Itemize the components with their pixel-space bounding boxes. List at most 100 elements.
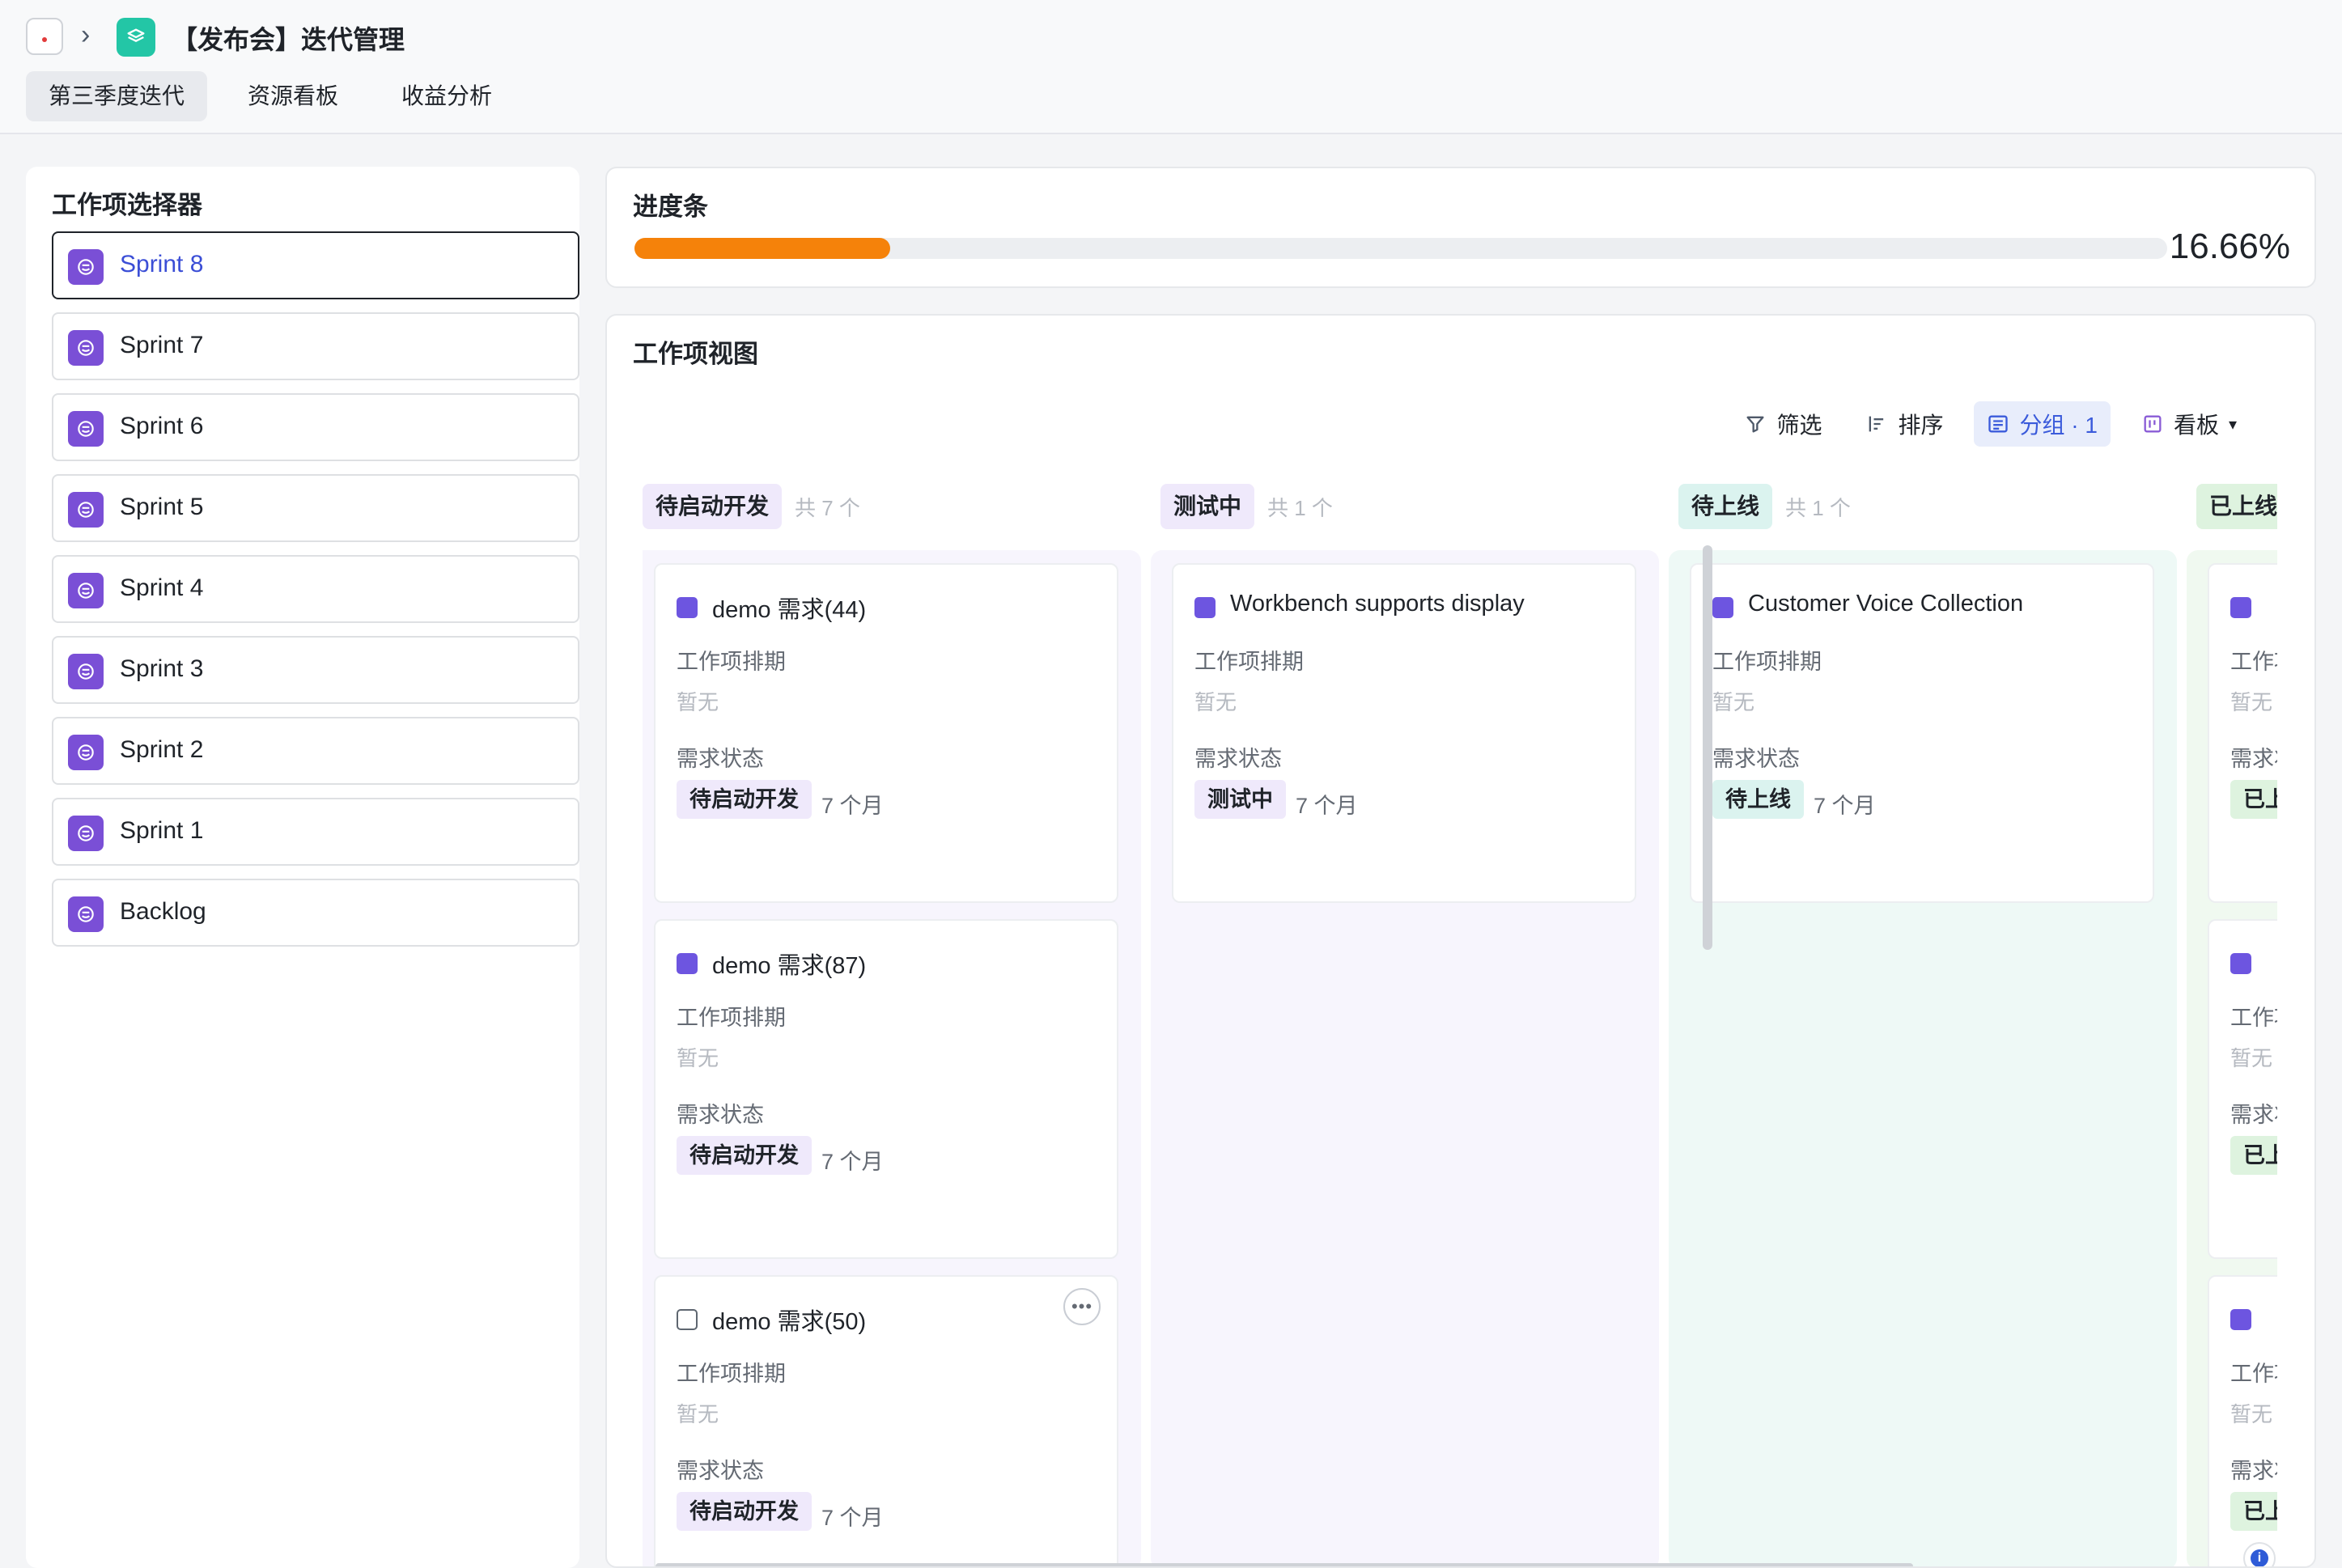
status-label: 需求状态 [1194,747,1282,771]
workitem-card[interactable]: 工作项排期暂无需求状态已上线 [2208,563,2277,903]
sprint-item-backlog[interactable]: Backlog [52,879,579,947]
sort-button[interactable]: 排序 [1852,401,1956,447]
schedule-label: 工作项排期 [1194,650,1304,674]
view-switch-button[interactable]: 看板 ▾ [2128,401,2250,447]
chevron-right-icon: › [81,19,91,50]
sprint-icon [68,249,104,285]
filter-label: 筛选 [1776,413,1822,438]
tab-q3-sprint[interactable]: 第三季度迭代 [26,71,208,121]
schedule-label: 工作项排期 [677,1362,786,1386]
sprint-icon [68,330,104,366]
app-logo-icon[interactable] [26,18,63,55]
sprint-item-7[interactable]: Sprint 7 [52,312,579,380]
sprint-label: Sprint 2 [120,736,204,763]
column-body: 工作项排期暂无需求状态已上线工作项排期暂无需求状态已上线工作项排期暂无需求状态已… [2187,550,2277,1566]
item-type-icon[interactable] [677,953,698,974]
info-icon[interactable]: i [2243,1542,2276,1566]
schedule-value: 暂无 [677,1046,719,1070]
status-badge[interactable]: 已上线 [2230,1136,2277,1175]
workitem-card[interactable]: Workbench supports display 工作项排期暂无需求状态测试中… [1172,563,1636,903]
workitem-card[interactable]: 工作项排期暂无需求状态已上线 [2208,919,2277,1259]
column-status-tag[interactable]: 待启动开发 [643,484,783,529]
filter-button[interactable]: 筛选 [1731,401,1835,447]
schedule-label: 工作项排期 [677,1006,786,1030]
sprint-label: Sprint 8 [120,251,204,278]
group-label: 分组 · 1 [2019,413,2098,438]
column-count: 共 1 个 [1267,495,1333,520]
sprint-label: Sprint 5 [120,494,204,520]
workitem-selector-panel: 工作项选择器 Sprint 8 Sprint 7 Sprint 6 Sprint… [26,167,579,1568]
sprint-item-4[interactable]: Sprint 4 [52,555,579,623]
sprint-icon [68,735,104,770]
item-type-icon[interactable] [1712,597,1733,618]
status-badge[interactable]: 已上线 [2230,780,2277,819]
status-badge[interactable]: 待上线 [1712,780,1804,819]
sprint-item-6[interactable]: Sprint 6 [52,393,579,461]
status-badge[interactable]: 待启动开发 [677,1492,812,1531]
sprint-item-5[interactable]: Sprint 5 [52,474,579,542]
status-badge[interactable]: 测试中 [1194,780,1286,819]
column-status-tag[interactable]: 待上线 [1678,484,1773,529]
group-button[interactable]: 分组 · 1 [1974,401,2111,447]
column-count: 共 7 个 [795,495,860,520]
sprint-icon [68,896,104,932]
status-label: 需求状态 [2230,1459,2277,1483]
workitem-card[interactable]: demo 需求(50) 工作项排期 暂无 需求状态 待启动开发 7 个月 ••• [654,1275,1118,1566]
time-ago: 7 个月 [1296,794,1358,818]
workitem-card[interactable]: Customer Voice Collection 工作项排期 暂无 需求状态 待上线 7… [1690,563,2154,903]
status-label: 需求状态 [677,1459,764,1483]
status-badge[interactable]: 待启动开发 [677,780,812,819]
sprint-item-1[interactable]: Sprint 1 [52,798,579,866]
tab-benefit-analysis[interactable]: 收益分析 [379,71,515,121]
sprint-label: Sprint 7 [120,332,204,358]
status-badge[interactable]: 已上线 [2230,1492,2277,1531]
kanban-column: 测试中共 1 个 Workbench supports display 工作项排期暂… [1151,484,1669,1566]
workitem-card[interactable]: demo 需求(87) 工作项排期 暂无 需求状态 待启动开发 7 个月 [654,919,1118,1259]
workitem-card[interactable]: 工作项排期暂无需求状态已上线 [2208,1275,2277,1566]
column-status-tag[interactable]: 测试中 [1160,484,1255,529]
item-type-icon[interactable] [677,597,698,618]
vertical-scrollbar[interactable] [1703,545,1712,950]
view-title: 工作项视图 [633,340,758,368]
time-ago: 7 个月 [1814,794,1876,818]
schedule-value: 暂无 [677,690,719,714]
column-header: 待上线共 1 个 [1678,484,1851,529]
schedule-value: 暂无 [677,1402,719,1426]
schedule-value: 暂无 [1712,690,1755,714]
schedule-value: 暂无 [2230,690,2273,714]
schedule-label: 工作项排期 [2230,1362,2277,1386]
schedule-value: 暂无 [1194,690,1237,714]
horizontal-scrollbar[interactable] [656,1563,1913,1566]
column-count: 共 1 个 [1785,495,1851,520]
sprint-label: Sprint 1 [120,817,204,844]
column-body: demo 需求(44) 工作项排期 暂无 需求状态 待启动开发 7 个月 demo 需求(8… [643,550,1141,1566]
kanban-column: 待启动开发共 7 个 demo 需求(44) 工作项排期 暂无 需求状态 待启动开发 7 个… [643,484,1151,1566]
item-type-icon[interactable] [2230,953,2251,974]
checkbox[interactable] [677,1309,698,1330]
layers-icon[interactable] [117,18,155,57]
item-type-icon[interactable] [2230,1309,2251,1330]
schedule-label: 工作项排期 [1712,650,1822,674]
status-label: 需求状态 [677,747,764,771]
card-title: Workbench supports display [1230,591,1525,617]
tab-resource-board[interactable]: 资源看板 [225,71,361,121]
item-type-icon[interactable] [2230,597,2251,618]
item-type-icon[interactable] [1194,597,1216,618]
column-status-tag[interactable]: 已上线 [2196,484,2277,529]
progress-value: 16.66% [2169,227,2290,266]
workitem-view-card: 工作项视图 筛选 排序 分组 · 1 看板 ▾ 待启动开发共 7 个 demo 需… [605,314,2316,1568]
more-options-icon[interactable]: ••• [1063,1288,1101,1325]
selector-title: 工作项选择器 [52,191,202,219]
view-toolbar: 筛选 排序 分组 · 1 看板 ▾ [1731,401,2250,447]
sprint-item-3[interactable]: Sprint 3 [52,636,579,704]
sort-icon [1869,416,1884,432]
sprint-icon [68,492,104,528]
group-list-icon [1988,415,2009,433]
status-badge[interactable]: 待启动开发 [677,1136,812,1175]
sprint-label: Backlog [120,898,206,925]
sprint-item-8[interactable]: Sprint 8 [52,231,579,299]
sprint-item-2[interactable]: Sprint 2 [52,717,579,785]
status-label: 需求状态 [2230,747,2277,771]
page-title: 【发布会】迭代管理 [172,25,405,54]
workitem-card[interactable]: demo 需求(44) 工作项排期 暂无 需求状态 待启动开发 7 个月 [654,563,1118,903]
